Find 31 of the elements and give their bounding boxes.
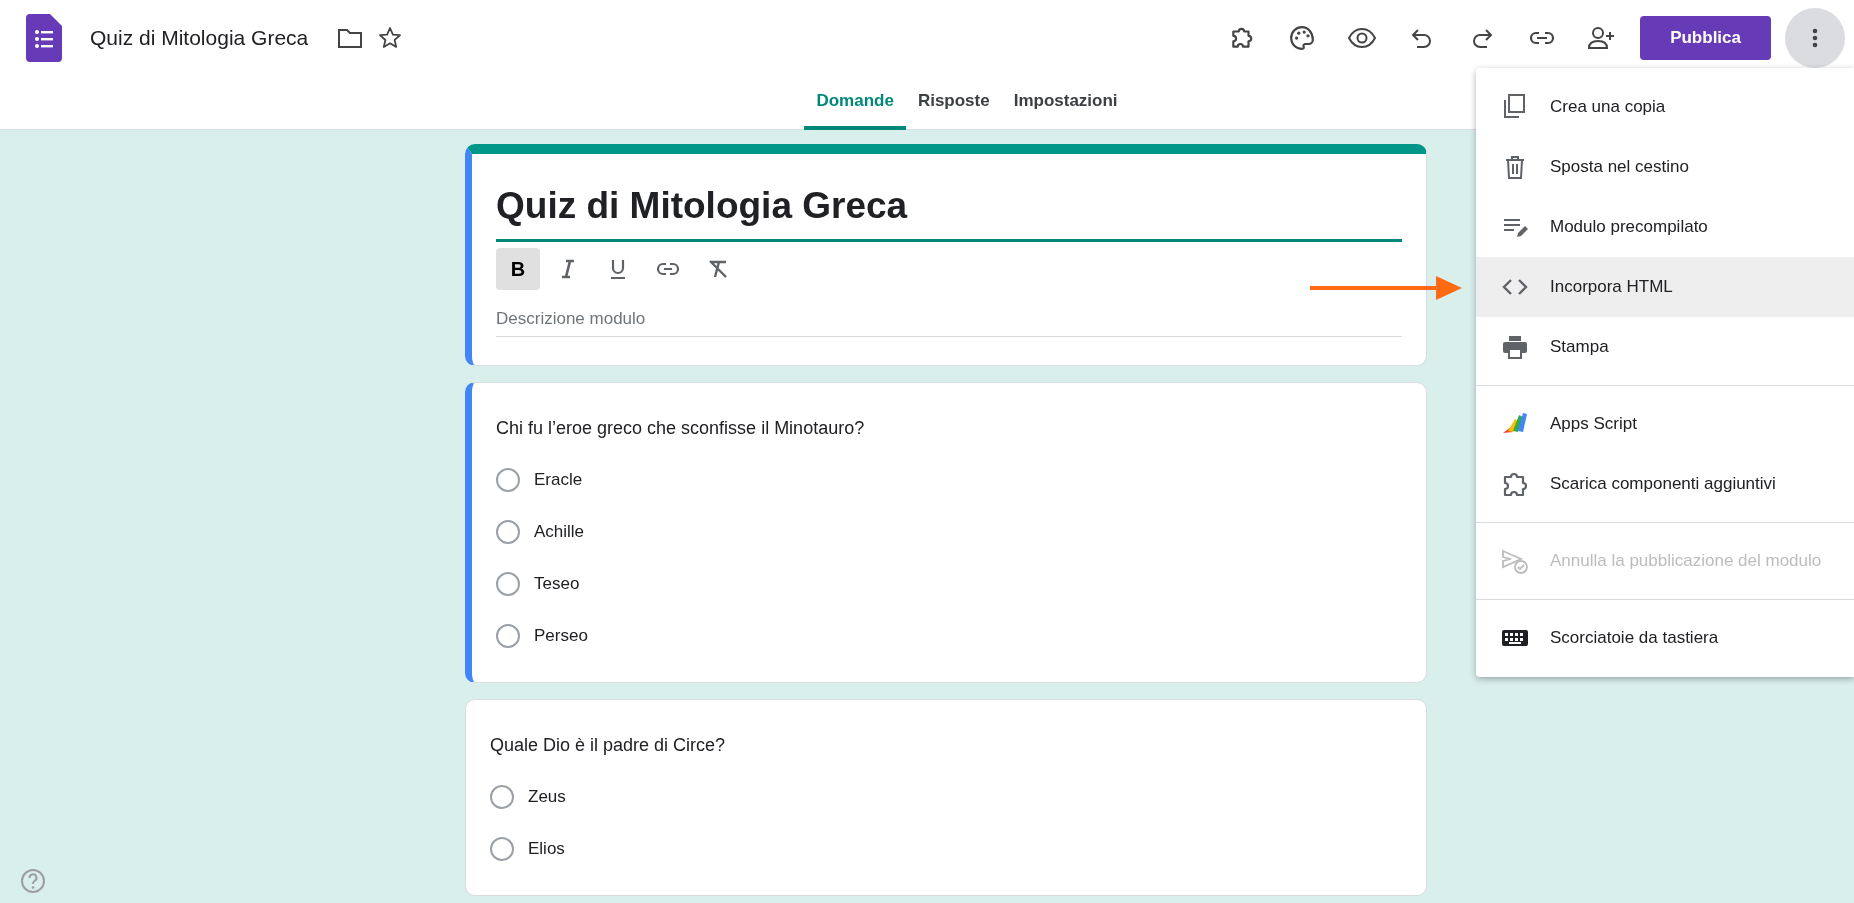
option-label: Teseo [534,573,580,596]
radio-button[interactable] [496,623,520,648]
option-label: Eracle [534,469,583,492]
menu-item[interactable]: Stampa [1476,317,1854,377]
option-label: Achille [534,521,585,544]
radio-button[interactable] [496,467,520,492]
tab[interactable]: Domande [804,76,906,130]
tab[interactable]: Risposte [905,76,1002,130]
menu-item[interactable]: Scorciatoie da tastiera [1476,608,1854,668]
tab[interactable]: Impostazioni [1001,76,1130,130]
forms-logo-icon[interactable] [26,14,62,62]
option-label: Zeus [528,786,566,809]
menu-item[interactable]: Apps Script [1476,394,1854,454]
form-title[interactable]: Quiz di Mitologia Greca [90,22,309,54]
radio-button[interactable] [490,784,514,809]
publish-button[interactable]: Pubblica [1640,16,1771,60]
option-label: Elios [528,838,565,861]
arrow-icon [1310,276,1462,300]
option-label: Perseo [534,625,588,648]
radio-button[interactable] [490,836,514,861]
menu-item[interactable]: Scarica componenti aggiuntivi [1476,454,1854,514]
radio-button[interactable] [496,519,520,544]
menu-item[interactable]: Sposta nel cestino [1476,137,1854,197]
menu-item[interactable]: Crea una copia [1476,77,1854,137]
question-text: Quale Dio è il padre di Circe? [490,733,727,757]
question-text: Chi fu l’eroe greco che sconfisse il Minotauro? [496,416,866,440]
bold-button[interactable]: B [496,248,540,291]
menu-item[interactable]: Modulo precompilato [1476,197,1854,257]
menu-item[interactable]: Incorpora HTML [1476,257,1854,317]
form-heading[interactable]: Quiz di Mitologia Greca [472,154,1426,229]
radio-button[interactable] [496,571,520,596]
